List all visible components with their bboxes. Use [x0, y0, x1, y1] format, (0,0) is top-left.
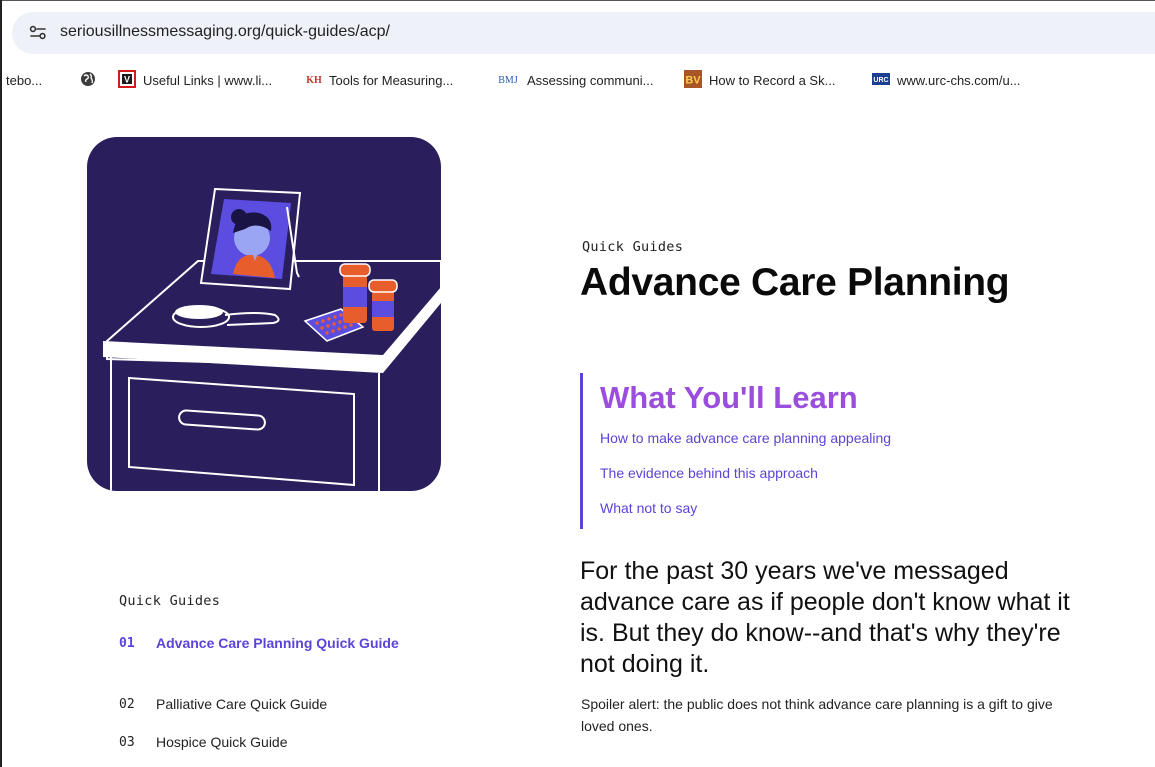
learn-link-evidence[interactable]: The evidence behind this approach: [600, 465, 818, 481]
learn-link-what-not-to-say[interactable]: What not to say: [600, 500, 697, 516]
sidebar-heading: Quick Guides: [119, 593, 221, 609]
v-logo-text: V: [124, 74, 130, 84]
sidebar-item-number: 01: [119, 636, 135, 651]
page-title: Advance Care Planning: [580, 261, 1010, 304]
bookmark-item[interactable]: BV How to Record a Sk...: [684, 69, 836, 91]
sidebar-item-label: Palliative Care Quick Guide: [156, 696, 328, 712]
kh-logo-text: KH: [306, 75, 322, 86]
site-settings-icon[interactable]: [26, 21, 50, 45]
what-youll-learn-box: What You'll Learn How to make advance ca…: [580, 373, 960, 529]
spoiler-paragraph: Spoiler alert: the public does not think…: [581, 693, 1151, 737]
bookmark-label: www.urc-chs.com/u...: [897, 72, 1021, 88]
bookmark-label: Useful Links | www.li...: [143, 72, 273, 88]
intro-line: For the past 30 years we've messaged: [580, 557, 1009, 585]
bv-logo-text: BV: [685, 74, 701, 86]
urc-logo-icon: URC: [872, 72, 890, 89]
spoiler-line: Spoiler alert: the public does not think…: [581, 696, 1053, 712]
window-left-edge: [0, 0, 2, 767]
kh-logo-icon: KH: [306, 72, 322, 89]
window-top-edge: [0, 0, 1155, 1]
url-text[interactable]: seriousillnessmessaging.org/quick-guides…: [60, 23, 390, 41]
bmj-logo-text: BMJ: [498, 75, 518, 86]
bookmarks-bar: tebo... V Useful Links | www.li... KH To…: [0, 60, 1155, 100]
sidebar-item-number: 02: [119, 697, 135, 712]
bookmark-label: Tools for Measuring...: [329, 72, 454, 88]
sidebar-item-number: 03: [119, 735, 135, 750]
v-logo-icon: V: [118, 69, 136, 91]
learn-link-appealing[interactable]: How to make advance care planning appeal…: [600, 430, 891, 446]
bookmark-item[interactable]: V Useful Links | www.li...: [118, 69, 273, 91]
page-eyebrow: Quick Guides: [582, 239, 684, 255]
bookmark-label: Assessing communi...: [527, 72, 654, 88]
intro-line: not doing it.: [580, 650, 710, 678]
urc-logo-text: URC: [873, 77, 888, 84]
bmj-logo-icon: BMJ: [496, 72, 520, 89]
sidebar-item-label: Advance Care Planning Quick Guide: [156, 635, 399, 651]
bookmark-label: How to Record a Sk...: [709, 72, 836, 88]
globe-icon: [80, 71, 96, 90]
bookmark-item[interactable]: tebo...: [6, 70, 42, 90]
address-bar[interactable]: seriousillnessmessaging.org/quick-guides…: [12, 12, 1155, 54]
nightstand-illustration: [87, 137, 441, 491]
intro-paragraph: For the past 30 years we've messaged adv…: [580, 556, 1155, 680]
what-youll-learn-heading: What You'll Learn: [600, 380, 858, 415]
intro-line: is. But they do know--and that's why the…: [580, 619, 1061, 647]
sidebar-item-label: Hospice Quick Guide: [156, 734, 288, 750]
bookmark-item[interactable]: URC www.urc-chs.com/u...: [872, 70, 1021, 90]
bookmark-item[interactable]: KH Tools for Measuring...: [306, 70, 453, 90]
spoiler-line: loved ones.: [581, 718, 653, 734]
bv-logo-icon: BV: [684, 69, 702, 91]
intro-line: advance care as if people don't know wha…: [580, 588, 1070, 616]
bookmark-item[interactable]: BMJ Assessing communi...: [496, 70, 653, 90]
bookmark-item[interactable]: [80, 70, 103, 90]
bookmark-label: tebo...: [6, 72, 43, 88]
